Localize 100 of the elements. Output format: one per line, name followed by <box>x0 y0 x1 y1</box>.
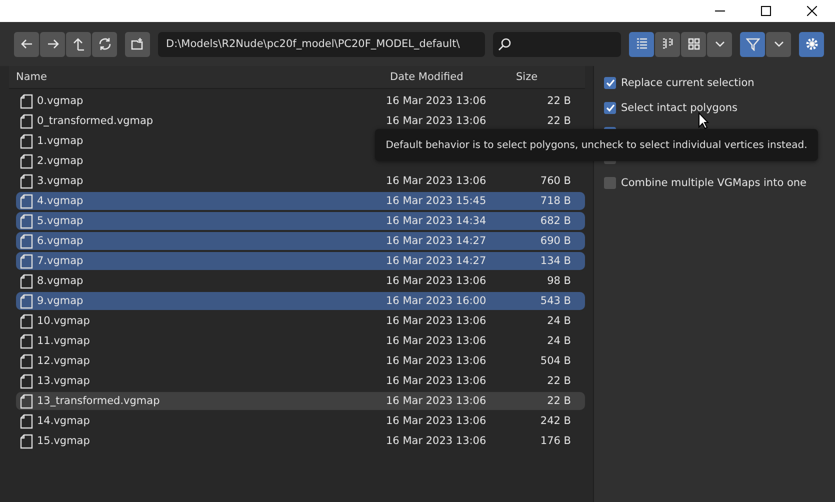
file-icon <box>20 434 33 448</box>
list-icon <box>634 37 648 51</box>
column-header[interactable]: Size <box>509 71 579 83</box>
date-modified: 16 Mar 2023 13:06 <box>386 355 486 367</box>
file-row[interactable]: 4.vgmap 16 Mar 2023 15:45 718 B <box>16 192 585 210</box>
file-icon <box>20 174 33 188</box>
back-button[interactable] <box>14 32 39 56</box>
arrow-left-icon <box>20 37 34 51</box>
view-mode-button[interactable] <box>655 32 680 56</box>
file-name: 12.vgmap <box>37 355 90 367</box>
file-icon <box>20 94 33 108</box>
date-modified: 16 Mar 2023 14:27 <box>386 235 486 247</box>
file-row[interactable]: 10.vgmap 16 Mar 2023 13:06 24 B <box>16 312 585 330</box>
date-modified: 16 Mar 2023 13:06 <box>386 415 486 427</box>
file-row[interactable]: 14.vgmap 16 Mar 2023 13:06 242 B <box>16 412 585 430</box>
settings-button[interactable] <box>799 32 824 56</box>
date-modified: 16 Mar 2023 13:06 <box>386 375 486 387</box>
file-icon <box>20 214 33 228</box>
view-mode-button[interactable] <box>681 32 706 56</box>
parent-folder-button[interactable] <box>66 32 91 56</box>
column-header[interactable]: Name <box>9 71 383 83</box>
maximize-icon <box>761 6 771 16</box>
file-icon <box>20 414 33 428</box>
file-size: 22 B <box>547 395 571 407</box>
date-modified: 16 Mar 2023 14:34 <box>386 215 486 227</box>
file-row[interactable]: 15.vgmap 16 Mar 2023 13:06 176 B <box>16 432 585 450</box>
option-label: Select intact polygons <box>621 102 738 114</box>
checkbox[interactable] <box>604 77 616 89</box>
date-modified: 16 Mar 2023 16:00 <box>386 295 486 307</box>
cursor-icon <box>698 112 709 129</box>
file-row[interactable]: 0.vgmap 16 Mar 2023 13:06 22 B <box>16 92 585 110</box>
file-row[interactable]: 5.vgmap 16 Mar 2023 14:34 682 B <box>16 212 585 230</box>
file-icon <box>20 274 33 288</box>
settings-icon <box>804 37 818 51</box>
file-icon <box>20 254 33 268</box>
refresh-icon <box>98 37 112 51</box>
path-field[interactable]: D:\Models\R2Nude\pc20f_model\PC20F_MODEL_default\ <box>158 32 485 56</box>
refresh-button[interactable] <box>92 32 117 56</box>
file-name: 0_transformed.vgmap <box>37 115 154 127</box>
file-size: 504 B <box>540 355 571 367</box>
file-name: 6.vgmap <box>37 235 84 247</box>
date-modified: 16 Mar 2023 13:06 <box>386 275 486 287</box>
column-header[interactable]: Date Modified <box>383 71 509 83</box>
date-modified: 16 Mar 2023 13:06 <box>386 315 486 327</box>
file-icon <box>20 134 33 148</box>
filter-dropdown-button[interactable] <box>766 32 791 56</box>
file-name: 11.vgmap <box>37 335 90 347</box>
file-size: 134 B <box>540 255 571 267</box>
view-mode-button[interactable] <box>629 32 654 56</box>
file-size: 22 B <box>547 115 571 127</box>
checkbox[interactable] <box>604 177 616 189</box>
file-icon <box>20 394 33 408</box>
file-row[interactable]: 6.vgmap 16 Mar 2023 14:27 690 B <box>16 232 585 250</box>
close-icon <box>807 6 817 16</box>
file-name: 13.vgmap <box>37 375 90 387</box>
file-icon <box>20 314 33 328</box>
file-name: 5.vgmap <box>37 215 84 227</box>
file-row[interactable]: 9.vgmap 16 Mar 2023 16:00 543 B <box>16 292 585 310</box>
file-row[interactable]: 0_transformed.vgmap 16 Mar 2023 13:06 22 B <box>16 112 585 130</box>
file-icon <box>20 354 33 368</box>
date-modified: 16 Mar 2023 13:06 <box>386 335 486 347</box>
file-icon <box>20 114 33 128</box>
view-dropdown-button[interactable] <box>707 32 732 56</box>
file-size: 176 B <box>540 435 571 447</box>
date-modified: 16 Mar 2023 13:06 <box>386 95 486 107</box>
columns-icon <box>660 37 674 51</box>
file-name: 2.vgmap <box>37 155 84 167</box>
date-modified: 16 Mar 2023 13:06 <box>386 115 486 127</box>
tooltip: Default behavior is to select polygons, uncheck to select individual vertices instead. <box>375 129 818 161</box>
file-size: 760 B <box>540 175 571 187</box>
file-row[interactable]: 7.vgmap 16 Mar 2023 14:27 134 B <box>16 252 585 270</box>
file-row[interactable]: 12.vgmap 16 Mar 2023 13:06 504 B <box>16 352 585 370</box>
date-modified: 16 Mar 2023 13:06 <box>386 395 486 407</box>
file-size: 242 B <box>540 415 571 427</box>
file-size: 98 B <box>547 275 571 287</box>
file-name: 13_transformed.vgmap <box>37 395 160 407</box>
file-name: 9.vgmap <box>37 295 84 307</box>
arrow-up-icon <box>72 37 86 51</box>
file-icon <box>20 374 33 388</box>
file-row[interactable]: 13_transformed.vgmap 16 Mar 2023 13:06 22 B <box>16 392 585 410</box>
file-icon <box>20 294 33 308</box>
search-field[interactable] <box>493 32 621 56</box>
file-icon <box>20 234 33 248</box>
file-size: 718 B <box>540 195 571 207</box>
file-row[interactable]: 13.vgmap 16 Mar 2023 13:06 22 B <box>16 372 585 390</box>
date-modified: 16 Mar 2023 13:06 <box>386 435 486 447</box>
file-name: 15.vgmap <box>37 435 90 447</box>
forward-button[interactable] <box>40 32 65 56</box>
new-folder-button[interactable] <box>125 32 150 56</box>
file-icon <box>20 334 33 348</box>
file-row[interactable]: 11.vgmap 16 Mar 2023 13:06 24 B <box>16 332 585 350</box>
date-modified: 16 Mar 2023 13:06 <box>386 175 486 187</box>
file-row[interactable]: 8.vgmap 16 Mar 2023 13:06 98 B <box>16 272 585 290</box>
file-row[interactable]: 3.vgmap 16 Mar 2023 13:06 760 B <box>16 172 585 190</box>
file-size: 682 B <box>540 215 571 227</box>
file-name: 10.vgmap <box>37 315 90 327</box>
grid-icon <box>686 37 700 51</box>
checkbox[interactable] <box>604 102 616 114</box>
filter-button[interactable] <box>740 32 765 56</box>
file-size: 22 B <box>547 375 571 387</box>
